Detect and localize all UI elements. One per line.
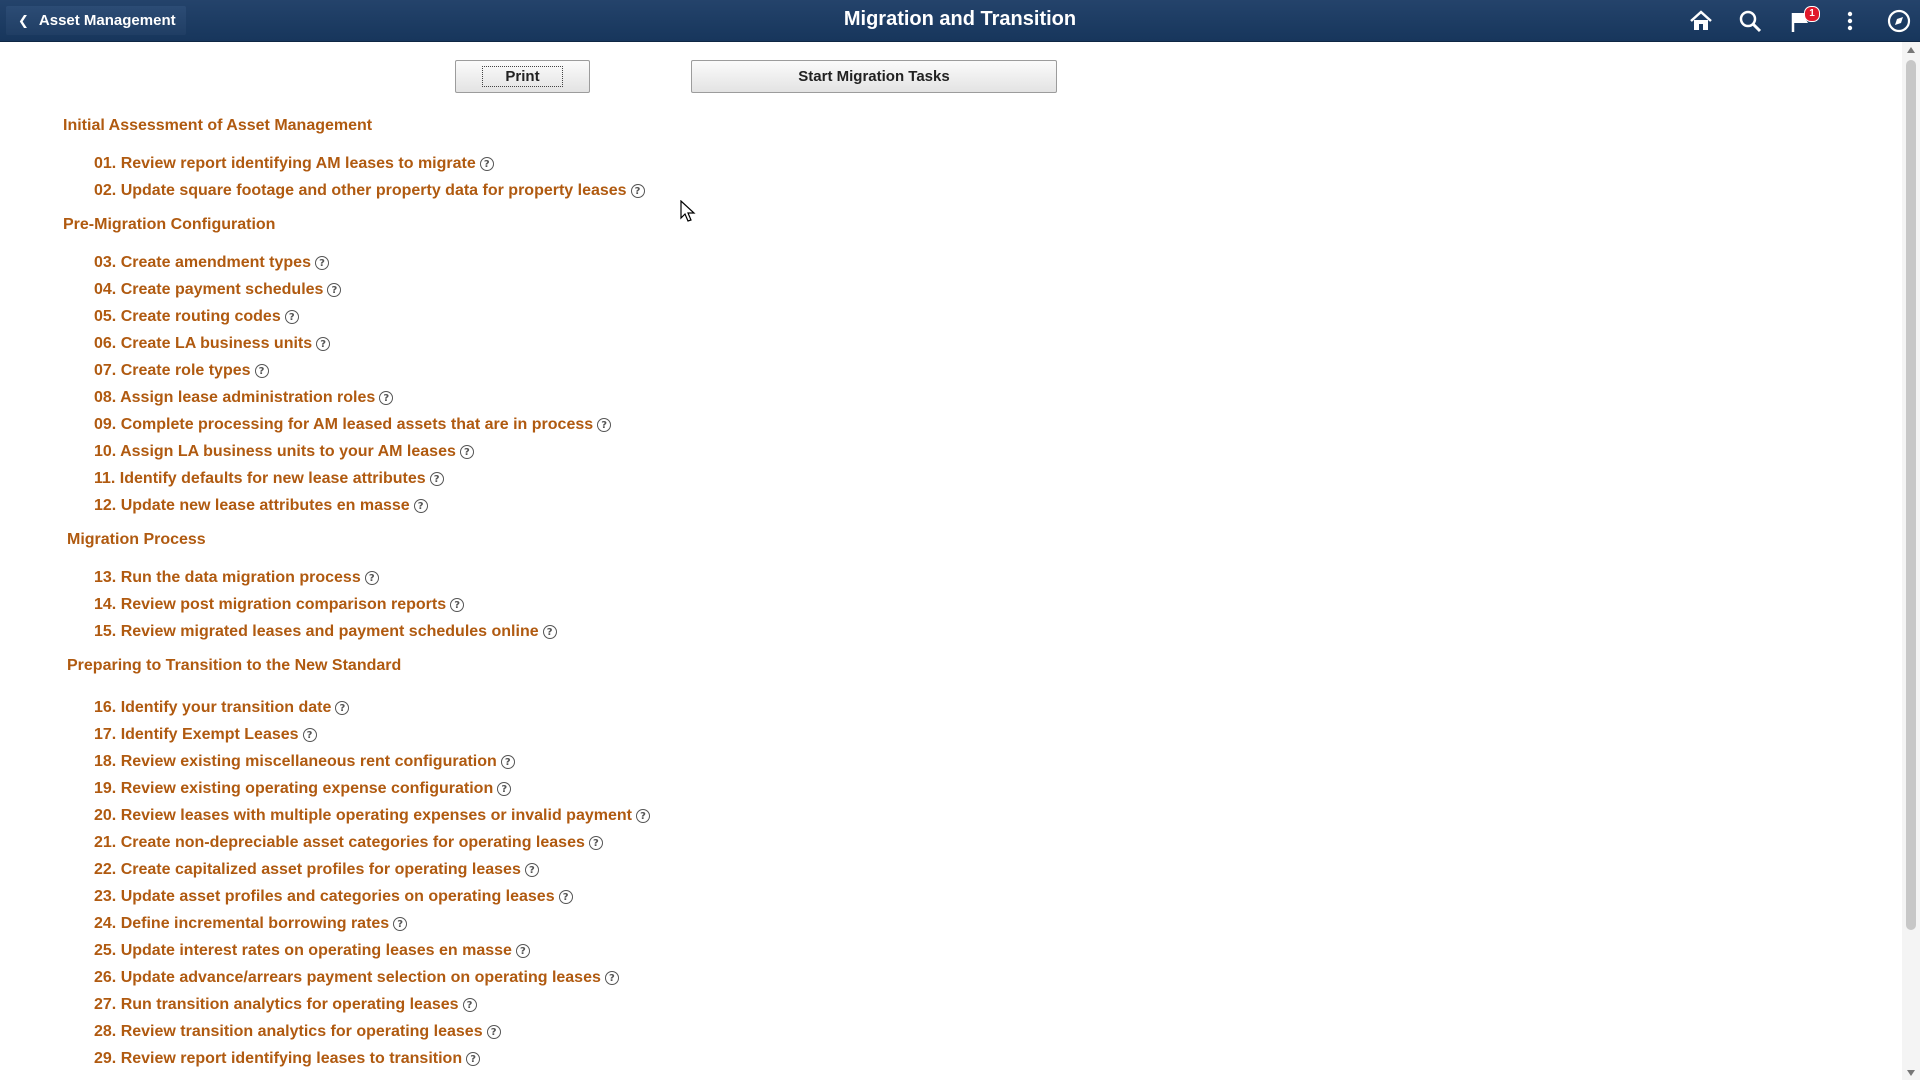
task-link[interactable]: 15. Review migrated leases and payment s…	[94, 623, 557, 641]
task-link[interactable]: 28. Review transition analytics for oper…	[94, 1023, 501, 1041]
task-link[interactable]: 16. Identify your transition date?	[94, 699, 350, 717]
help-icon[interactable]: ?	[413, 499, 428, 513]
help-icon[interactable]: ?	[466, 1052, 481, 1066]
help-icon[interactable]: ?	[429, 472, 444, 486]
help-icon[interactable]: ?	[542, 625, 557, 639]
task-link[interactable]: 09. Complete processing for AM leased as…	[94, 416, 612, 434]
task-link[interactable]: 14. Review post migration comparison rep…	[94, 596, 465, 614]
task-link[interactable]: 03. Create amendment types?	[94, 254, 329, 272]
task-link[interactable]: 11. Identify defaults for new lease attr…	[94, 470, 444, 488]
help-icon[interactable]: ?	[393, 917, 408, 931]
help-icon[interactable]: ?	[364, 571, 379, 585]
task-link[interactable]: 08. Assign lease administration roles?	[94, 389, 394, 407]
help-icon[interactable]: ?	[515, 944, 530, 958]
section-title: Initial Assessment of Asset Management	[63, 117, 373, 134]
task-link[interactable]: 27. Run transition analytics for operati…	[94, 996, 477, 1014]
task-link[interactable]: 12. Update new lease attributes en masse…	[94, 497, 428, 515]
help-icon[interactable]: ?	[314, 256, 329, 270]
help-icon[interactable]: ?	[462, 998, 477, 1012]
help-icon[interactable]: ?	[604, 971, 619, 985]
help-icon[interactable]: ?	[254, 364, 269, 378]
task-link[interactable]: 24. Define incremental borrowing rates?	[94, 915, 408, 933]
help-icon[interactable]: ?	[459, 445, 474, 459]
task-link[interactable]: 05. Create routing codes?	[94, 308, 299, 326]
task-link[interactable]: 07. Create role types?	[94, 362, 269, 380]
task-link[interactable]: 20. Review leases with multiple operatin…	[94, 807, 650, 825]
help-icon[interactable]: ?	[335, 701, 350, 715]
vertical-scrollbar[interactable]	[1902, 42, 1920, 1080]
task-link[interactable]: 02. Update square footage and other prop…	[94, 182, 645, 200]
help-icon[interactable]: ?	[497, 782, 512, 796]
help-icon[interactable]: ?	[524, 863, 539, 877]
task-link[interactable]: 17. Identify Exempt Leases?	[94, 726, 317, 744]
help-icon[interactable]: ?	[635, 809, 650, 823]
help-icon[interactable]: ?	[597, 418, 612, 432]
section-title: Pre-Migration Configuration	[63, 216, 276, 233]
scroll-down-arrow-icon[interactable]	[1907, 1070, 1915, 1076]
section-title: Migration Process	[67, 531, 206, 548]
task-link[interactable]: 25. Update interest rates on operating l…	[94, 942, 530, 960]
help-icon[interactable]: ?	[327, 283, 342, 297]
task-link[interactable]: 18. Review existing miscellaneous rent c…	[94, 753, 515, 771]
mouse-cursor-icon	[680, 199, 696, 229]
help-icon[interactable]: ?	[479, 157, 494, 171]
help-icon[interactable]: ?	[450, 598, 465, 612]
task-list: Initial Assessment of Asset Management 0…	[0, 0, 1900, 1080]
task-link[interactable]: 21. Create non-depreciable asset categor…	[94, 834, 603, 852]
help-icon[interactable]: ?	[630, 184, 645, 198]
help-icon[interactable]: ?	[558, 890, 573, 904]
help-icon[interactable]: ?	[316, 337, 331, 351]
help-icon[interactable]: ?	[588, 836, 603, 850]
help-icon[interactable]: ?	[379, 391, 394, 405]
scroll-up-arrow-icon[interactable]	[1907, 47, 1915, 53]
task-link[interactable]: 10. Assign LA business units to your AM …	[94, 443, 474, 461]
task-link[interactable]: 23. Update asset profiles and categories…	[94, 888, 573, 906]
help-icon[interactable]: ?	[500, 755, 515, 769]
help-icon[interactable]: ?	[284, 310, 299, 324]
section-title: Preparing to Transition to the New Stand…	[67, 657, 402, 674]
task-link[interactable]: 06. Create LA business units?	[94, 335, 331, 353]
help-icon[interactable]: ?	[486, 1025, 501, 1039]
task-link[interactable]: 01. Review report identifying AM leases …	[94, 155, 494, 173]
task-link[interactable]: 19. Review existing operating expense co…	[94, 780, 512, 798]
scrollbar-thumb[interactable]	[1906, 60, 1916, 930]
help-icon[interactable]: ?	[302, 728, 317, 742]
task-link[interactable]: 13. Run the data migration process?	[94, 569, 379, 587]
task-link[interactable]: 29. Review report identifying leases to …	[94, 1050, 481, 1068]
task-link[interactable]: 04. Create payment schedules?	[94, 281, 342, 299]
task-link[interactable]: 22. Create capitalized asset profiles fo…	[94, 861, 539, 879]
task-link[interactable]: 26. Update advance/arrears payment selec…	[94, 969, 619, 987]
